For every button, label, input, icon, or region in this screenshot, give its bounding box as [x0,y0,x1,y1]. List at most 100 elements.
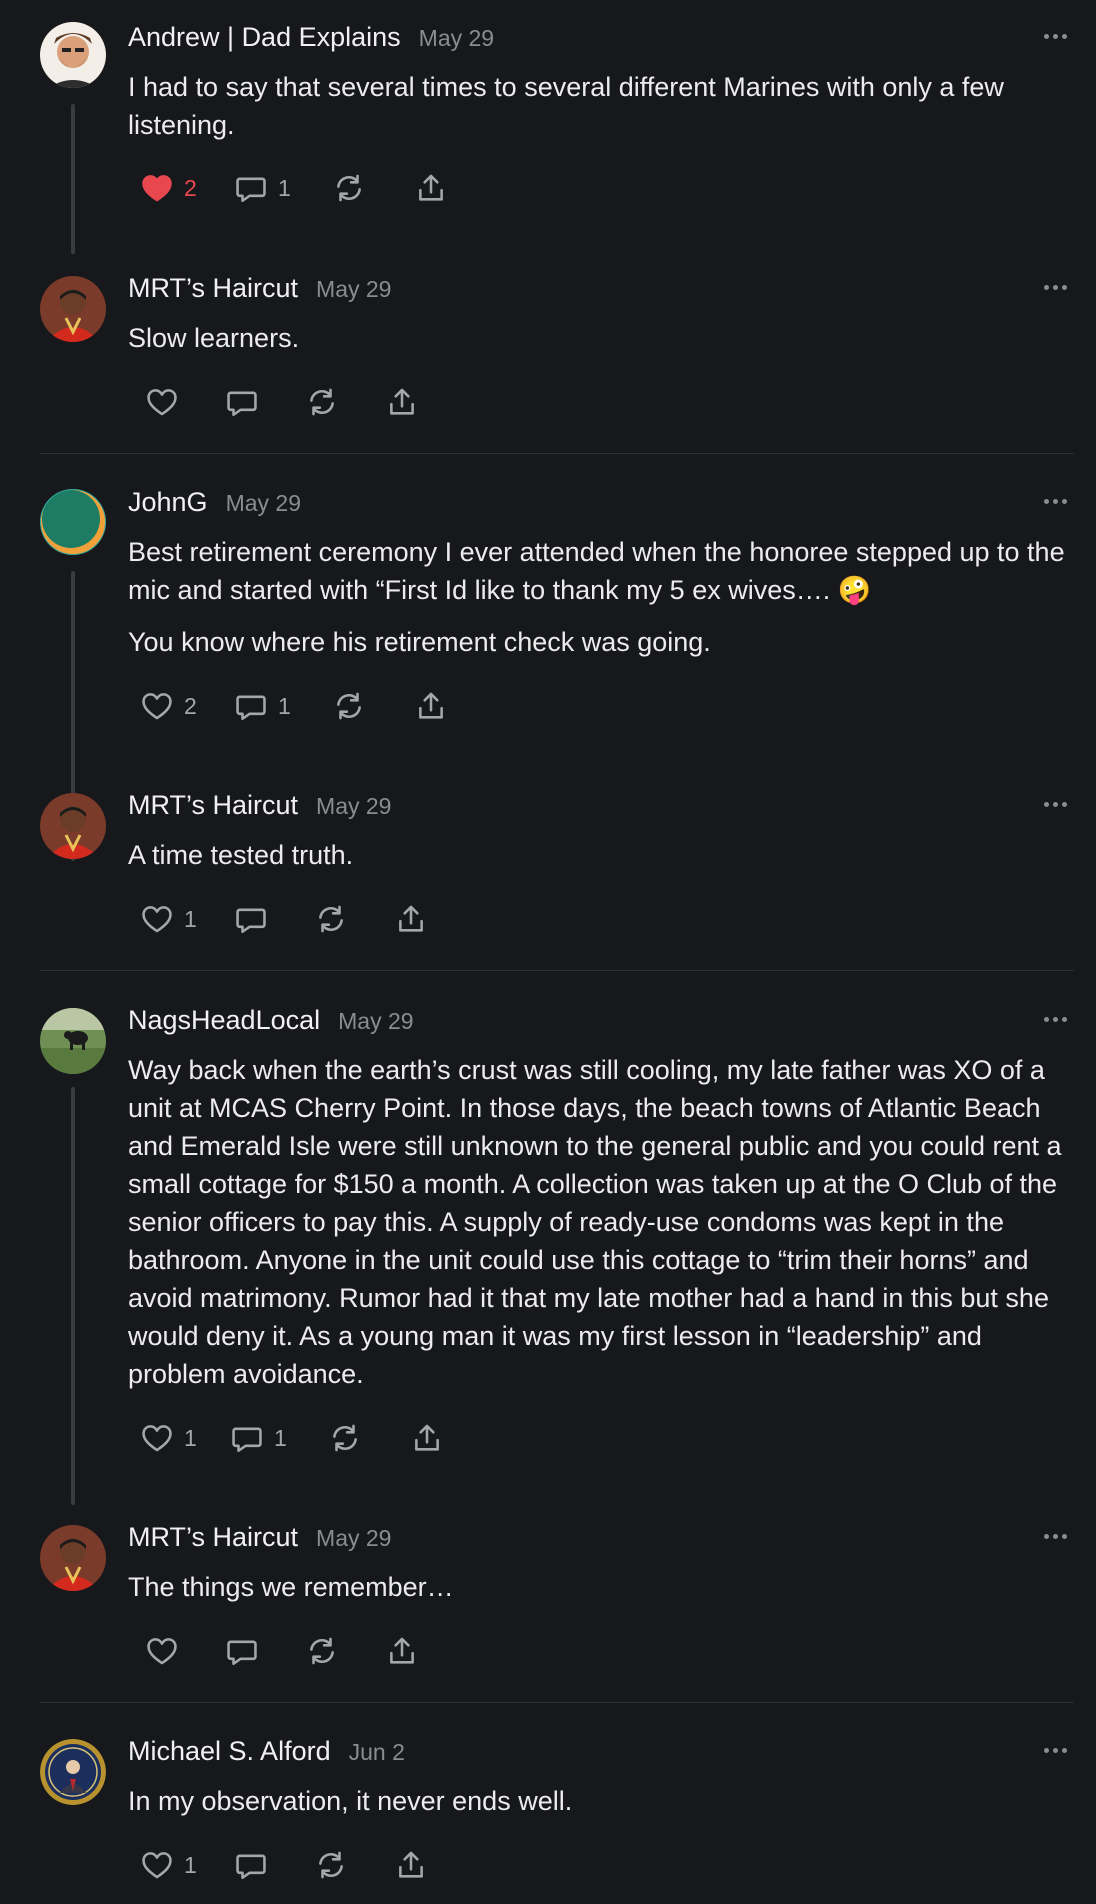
comment-actions: 1 [140,1845,428,1885]
author-name[interactable]: Andrew | Dad Explains [128,22,401,53]
restack-icon [332,171,366,205]
restack-button[interactable] [305,1634,385,1668]
reply-count: 1 [274,1424,287,1451]
reply-icon [234,171,268,205]
comment-text: The things we remember… [128,1572,454,1602]
comment-date[interactable]: May 29 [226,490,301,517]
like-button[interactable]: 1 [140,1421,230,1455]
like-button[interactable] [145,385,225,419]
share-button[interactable] [385,1634,419,1668]
more-options-icon[interactable] [1040,277,1070,297]
more-options-icon[interactable] [1040,1740,1070,1760]
divider [40,1702,1074,1703]
share-icon [385,385,419,419]
comment-body: The things we remember… [128,1568,1072,1606]
avatar[interactable] [40,1525,106,1591]
more-options-icon[interactable] [1040,491,1070,511]
reply-button[interactable]: 1 [234,171,332,205]
share-button[interactable] [394,1848,428,1882]
reply-icon [234,902,268,936]
reply-button[interactable]: 1 [230,1421,328,1455]
author-name[interactable]: MRT’s Haircut [128,273,298,304]
share-icon [410,1421,444,1455]
share-button[interactable] [394,902,428,936]
like-button[interactable]: 2 [140,171,234,205]
author-name[interactable]: MRT’s Haircut [128,1522,298,1553]
comment-text: Way back when the earth’s crust was stil… [128,1055,1062,1389]
comment-text: I had to say that several times to sever… [128,72,1004,140]
reply-button[interactable] [234,902,314,936]
share-button[interactable] [385,385,419,419]
author-name[interactable]: JohnG [128,487,208,518]
share-button[interactable] [410,1421,444,1455]
comment-date[interactable]: May 29 [316,793,391,820]
like-button[interactable] [145,1634,225,1668]
more-options-icon[interactable] [1040,794,1070,814]
more-options-icon[interactable] [1040,26,1070,46]
restack-button[interactable] [328,1421,410,1455]
heart-icon [145,385,179,419]
like-button[interactable]: 2 [140,689,234,723]
more-options-icon[interactable] [1040,1526,1070,1546]
heart-icon [140,902,174,936]
comment-body: Best retirement ceremony I ever attended… [128,533,1072,661]
like-count: 2 [184,174,197,201]
author-name[interactable]: NagsHeadLocal [128,1005,320,1036]
restack-button[interactable] [332,171,414,205]
reply-icon [230,1421,264,1455]
restack-icon [332,689,366,723]
reply-button[interactable] [234,1848,314,1882]
more-options-icon[interactable] [1040,1009,1070,1029]
reply-count: 1 [278,692,291,719]
comment-text: In my observation, it never ends well. [128,1786,573,1816]
share-icon [385,1634,419,1668]
comment-date[interactable]: May 29 [316,1525,391,1552]
comment-actions: 1 [140,899,428,939]
comment-date[interactable]: May 29 [419,25,494,52]
avatar[interactable] [40,276,106,342]
like-button[interactable]: 1 [140,1848,234,1882]
comment-date[interactable]: Jun 2 [349,1739,405,1766]
comment-header: MRT’s Haircut May 29 [128,1522,391,1558]
like-count: 1 [184,1851,197,1878]
share-button[interactable] [414,689,448,723]
author-name[interactable]: MRT’s Haircut [128,790,298,821]
comment-body: A time tested truth. [128,836,1072,874]
reply-button[interactable] [225,385,305,419]
restack-icon [314,1848,348,1882]
comment-text: Best retirement ceremony I ever attended… [128,537,1065,605]
comment-date[interactable]: May 29 [316,276,391,303]
share-icon [414,171,448,205]
avatar[interactable] [40,22,106,88]
comment-header: NagsHeadLocal May 29 [128,1005,414,1041]
author-name[interactable]: Michael S. Alford [128,1736,331,1767]
avatar[interactable] [40,1008,106,1074]
comment-date[interactable]: May 29 [338,1008,413,1035]
restack-button[interactable] [314,1848,394,1882]
like-count: 2 [184,692,197,719]
comment-header: Michael S. Alford Jun 2 [128,1736,405,1772]
comment-actions: 1 1 [140,1418,444,1458]
like-button[interactable]: 1 [140,902,234,936]
reply-button[interactable]: 1 [234,689,332,723]
avatar[interactable] [40,489,106,555]
reply-button[interactable] [225,1634,305,1668]
heart-filled-icon [140,171,174,205]
restack-button[interactable] [332,689,414,723]
restack-button[interactable] [305,385,385,419]
avatar[interactable] [40,793,106,859]
comment-text: A time tested truth. [128,840,354,870]
comment-actions: 2 1 [140,168,448,208]
heart-icon [145,1634,179,1668]
restack-button[interactable] [314,902,394,936]
share-button[interactable] [414,171,448,205]
like-count: 1 [184,1424,197,1451]
share-icon [394,902,428,936]
like-count: 1 [184,905,197,932]
heart-icon [140,1848,174,1882]
comment-body: In my observation, it never ends well. [128,1782,1072,1820]
restack-icon [314,902,348,936]
divider [40,970,1074,971]
avatar[interactable] [40,1739,106,1805]
comment-body: Way back when the earth’s crust was stil… [128,1051,1072,1393]
